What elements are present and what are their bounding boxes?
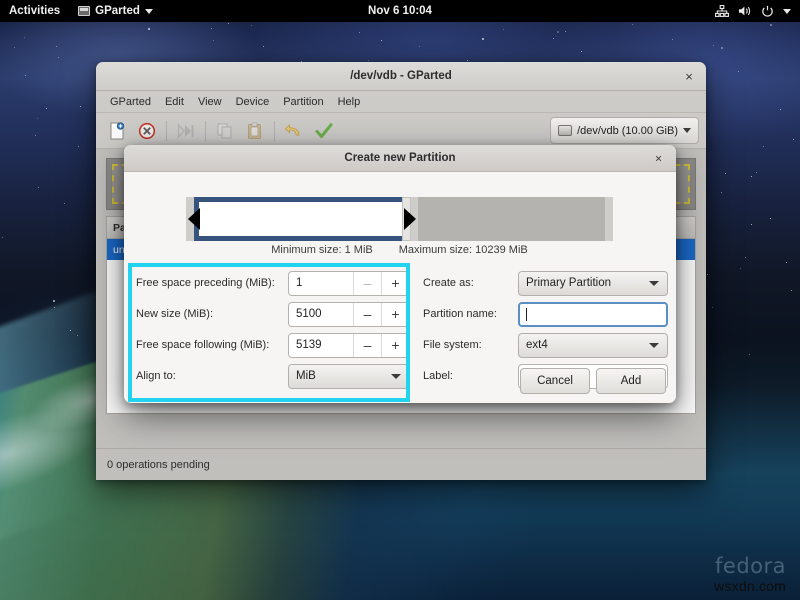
device-selector[interactable]: /dev/vdb (10.00 GiB) (550, 117, 699, 144)
gparted-menubar: GParted Edit View Device Partition Help (96, 91, 706, 113)
add-button[interactable]: Add (596, 368, 666, 394)
new-size-decrement[interactable]: – (353, 302, 381, 326)
gparted-app-icon (78, 6, 91, 16)
new-partition-icon[interactable] (102, 117, 132, 145)
free-space-following-decrement[interactable]: – (353, 333, 381, 357)
chevron-down-icon (649, 281, 659, 286)
menu-partition[interactable]: Partition (276, 94, 330, 110)
cancel-button[interactable]: Cancel (520, 368, 590, 394)
chevron-down-icon (683, 128, 691, 133)
create-new-partition-dialog: Create new Partition × Minimum size: 1 M… (124, 145, 676, 403)
field-free-space-following: Free space following (MiB): 5139 – + (136, 330, 410, 360)
free-space-preceding-increment[interactable]: + (381, 271, 409, 295)
menu-help[interactable]: Help (331, 94, 368, 110)
free-space-preceding-input[interactable]: 1 (289, 272, 353, 295)
free-space-preceding-decrement[interactable]: – (353, 271, 381, 295)
device-selector-label: /dev/vdb (10.00 GiB) (577, 124, 678, 137)
delete-partition-icon[interactable] (132, 117, 162, 145)
system-tray[interactable] (715, 5, 800, 18)
label-partition-name: Partition name: (423, 308, 497, 320)
dialog-titlebar[interactable]: Create new Partition × (124, 145, 676, 172)
toolbar-separator (274, 120, 275, 141)
resize-handle-right[interactable] (404, 208, 416, 230)
field-align-to: Align to: MiB (136, 361, 410, 391)
menu-device[interactable]: Device (229, 94, 277, 110)
close-icon[interactable]: × (651, 151, 666, 166)
volume-icon[interactable] (738, 5, 752, 17)
field-free-space-preceding: Free space preceding (MiB): 1 – + (136, 268, 410, 298)
create-as-dropdown[interactable]: Primary Partition (518, 270, 668, 296)
gnome-top-bar: Activities GParted Nov 6 10:04 (0, 0, 800, 22)
partition-name-input[interactable] (518, 301, 668, 327)
menu-gparted[interactable]: GParted (103, 94, 158, 110)
file-system-dropdown[interactable]: ext4 (518, 332, 668, 358)
desktop: fedora wsxdn.com Activities GParted Nov … (0, 0, 800, 600)
fedora-watermark: fedora (715, 554, 786, 578)
menu-edit[interactable]: Edit (158, 94, 191, 110)
free-space-region (418, 197, 605, 241)
toolbar-separator (205, 120, 206, 141)
copy-icon (210, 117, 240, 145)
app-menu-label: GParted (95, 5, 140, 17)
field-file-system: File system: ext4 (423, 330, 676, 360)
label-file-system: File system: (423, 339, 482, 351)
label-partition-label: Label: (423, 370, 453, 382)
status-text: 0 operations pending (107, 458, 210, 471)
gparted-toolbar: /dev/vdb (10.00 GiB) (96, 113, 706, 149)
chevron-down-icon (144, 8, 153, 14)
label-free-space-preceding: Free space preceding (MiB): (136, 277, 275, 289)
text-cursor (526, 307, 527, 321)
site-watermark: wsxdn.com (714, 578, 786, 594)
gparted-window-title: /dev/vdb - GParted (350, 70, 452, 82)
maximum-size-label: Maximum size: 10239 MiB (398, 244, 528, 256)
dialog-body: Minimum size: 1 MiB Maximum size: 10239 … (124, 172, 676, 403)
network-wired-icon[interactable] (715, 5, 729, 17)
new-partition-region (194, 197, 409, 241)
new-size-stepper[interactable]: 5100 – + (288, 301, 410, 327)
align-to-dropdown[interactable]: MiB (288, 363, 410, 389)
gparted-titlebar[interactable]: /dev/vdb - GParted × (96, 62, 706, 91)
status-bar: 0 operations pending (96, 448, 706, 480)
label-align-to: Align to: (136, 370, 176, 382)
free-space-preceding-stepper[interactable]: 1 – + (288, 270, 410, 296)
activities-button[interactable]: Activities (0, 5, 70, 17)
new-size-input[interactable]: 5100 (289, 303, 353, 326)
dialog-buttons: Cancel Add (520, 368, 666, 394)
close-icon[interactable]: × (681, 68, 697, 84)
label-create-as: Create as: (423, 277, 474, 289)
resize-move-icon (171, 117, 201, 145)
toolbar-separator (166, 120, 167, 141)
chevron-down-icon (391, 374, 401, 379)
label-free-space-following: Free space following (MiB): (136, 339, 270, 351)
partition-size-slider[interactable] (186, 197, 613, 241)
size-limit-labels: Minimum size: 1 MiB Maximum size: 10239 … (186, 244, 613, 256)
chevron-down-icon[interactable] (783, 8, 791, 14)
app-menu-button[interactable]: GParted (70, 5, 161, 17)
field-partition-name: Partition name: (423, 299, 676, 329)
undo-icon (279, 117, 309, 145)
free-space-following-increment[interactable]: + (381, 333, 409, 357)
power-icon[interactable] (761, 5, 774, 18)
label-new-size: New size (MiB): (136, 308, 214, 320)
menu-view[interactable]: View (191, 94, 229, 110)
disk-icon (558, 125, 573, 136)
align-to-value: MiB (296, 370, 316, 382)
file-system-value: ext4 (526, 339, 548, 351)
field-new-size: New size (MiB): 5100 – + (136, 299, 410, 329)
free-space-following-stepper[interactable]: 5139 – + (288, 332, 410, 358)
apply-icon[interactable] (309, 117, 339, 145)
size-settings-group: Free space preceding (MiB): 1 – + New si… (136, 268, 410, 392)
field-create-as: Create as: Primary Partition (423, 268, 676, 298)
minimum-size-label: Minimum size: 1 MiB (271, 244, 373, 256)
free-space-following-input[interactable]: 5139 (289, 334, 353, 357)
new-size-increment[interactable]: + (381, 302, 409, 326)
resize-handle-left[interactable] (188, 208, 200, 230)
chevron-down-icon (649, 343, 659, 348)
create-as-value: Primary Partition (526, 277, 611, 289)
dialog-title: Create new Partition (344, 152, 456, 164)
paste-icon (240, 117, 270, 145)
